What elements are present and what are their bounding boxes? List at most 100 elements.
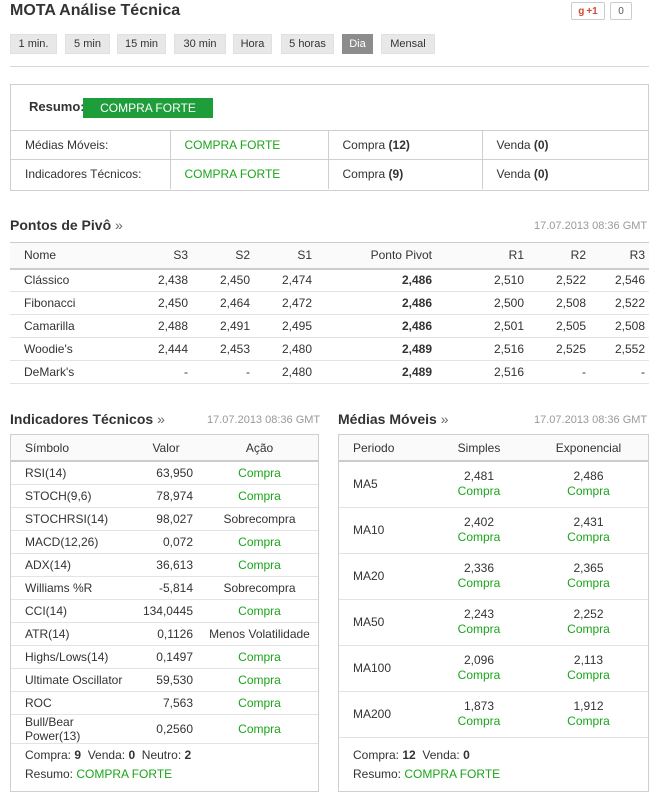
pivot-point: 2,489 — [316, 337, 450, 361]
ma-period: MA200 — [339, 691, 429, 738]
column-header: Periodo — [339, 435, 429, 462]
summary-table: Médias Móveis: COMPRA FORTE Compra (12) … — [11, 130, 648, 189]
table-row: Highs/Lows(14) 0,1497 Compra — [11, 645, 318, 669]
ma-simple: 2,481 Compra — [429, 461, 529, 508]
ma-exponential: 2,365 Compra — [529, 553, 648, 600]
chevron-right-icon: » — [115, 217, 123, 233]
moving-averages-footer-summary: Resumo: COMPRA FORTE — [353, 767, 500, 781]
summary-panel: Resumo: COMPRA FORTE Médias Móveis: COMP… — [10, 84, 649, 191]
buy-label: Compra — [342, 138, 386, 152]
pivot-r2: - — [528, 360, 590, 384]
neutral-label: Neutro: — [141, 748, 182, 762]
ma-exp-value: 2,431 — [573, 515, 604, 529]
indicator-symbol: STOCHRSI(14) — [11, 507, 131, 531]
indicator-symbol: Bull/Bear Power(13) — [11, 714, 131, 744]
timeframe-15min[interactable]: 15 min — [117, 34, 166, 54]
ma-simple: 1,873 Compra — [429, 691, 529, 738]
indicators-panel: Símbolo Valor Ação RSI(14) 63,950 Compra ST… — [10, 434, 319, 792]
summary-row: Indicadores Técnicos: COMPRA FORTE Compr… — [11, 159, 648, 189]
table-row: MA20 2,336 Compra 2,365 Compra — [339, 553, 648, 600]
indicator-action: Compra — [201, 668, 318, 692]
sell-count: (0) — [533, 167, 549, 182]
indicator-symbol: RSI(14) — [11, 461, 131, 485]
pivot-name: Fibonacci — [10, 291, 120, 315]
ma-exp-action: Compra — [567, 622, 610, 636]
pivot-s1: 2,480 — [254, 360, 316, 384]
pivots-title-text: Pontos de Pivô — [10, 217, 112, 233]
ma-simple: 2,096 Compra — [429, 645, 529, 692]
summary-row-label: Indicadores Técnicos: — [11, 159, 171, 189]
ma-simple-value: 1,873 — [463, 699, 495, 713]
ma-simple-value: 2,096 — [463, 653, 495, 667]
timeframe-5min[interactable]: 5 min — [65, 34, 110, 54]
ma-exp-action: Compra — [567, 668, 610, 682]
moving-averages-table: Periodo Simples Exponencial MA5 2,481 Comp… — [339, 435, 648, 738]
sell-label: Venda: — [422, 748, 460, 762]
table-row: CCI(14) 134,0445 Compra — [11, 599, 318, 623]
sell-count: 0 — [463, 748, 470, 762]
column-header: Exponencial — [529, 435, 648, 462]
pivots-timestamp: 17.07.2013 08:36 GMT — [534, 220, 648, 232]
pivot-s1: 2,480 — [254, 337, 316, 361]
ma-simple: 2,402 Compra — [429, 507, 529, 554]
table-row: MA100 2,096 Compra 2,113 Compra — [339, 645, 648, 692]
pivots-title[interactable]: Pontos de Pivô » — [10, 217, 123, 233]
column-header: Ação — [201, 435, 318, 462]
pivot-point: 2,489 — [316, 360, 450, 384]
ma-exp-action: Compra — [567, 714, 610, 728]
ma-period: MA100 — [339, 645, 429, 692]
indicator-value: 98,027 — [131, 507, 201, 531]
indicators-title[interactable]: Indicadores Técnicos » — [10, 411, 165, 427]
google-plus-button[interactable]: g +1 — [571, 2, 605, 20]
timeframe-30min[interactable]: 30 min — [174, 34, 226, 54]
indicator-symbol: ATR(14) — [11, 622, 131, 646]
pivot-r1: 2,516 — [450, 360, 528, 384]
table-row: Bull/Bear Power(13) 0,2560 Compra — [11, 714, 318, 744]
sell-count: 0 — [128, 748, 136, 762]
summary-badge: COMPRA FORTE — [83, 98, 213, 118]
sell-label: Venda — [496, 138, 531, 152]
indicator-value: 36,613 — [131, 553, 201, 577]
summary-label: Resumo: — [25, 767, 74, 781]
ma-exp-value: 1,912 — [573, 699, 604, 713]
indicator-value: 78,974 — [131, 484, 201, 508]
buy-label: Compra: — [25, 748, 72, 762]
timeframe-mensal[interactable]: Mensal — [381, 34, 435, 54]
indicator-value: -5,814 — [131, 576, 201, 600]
summary-value: COMPRA FORTE — [76, 767, 173, 781]
table-row: MA50 2,243 Compra 2,252 Compra — [339, 599, 648, 646]
pivot-r3: 2,508 — [590, 314, 649, 338]
summary-value: COMPRA FORTE — [404, 767, 501, 781]
ma-simple-action: Compra — [457, 530, 501, 544]
indicator-symbol: ADX(14) — [11, 553, 131, 577]
table-row: ADX(14) 36,613 Compra — [11, 553, 318, 577]
sell-label: Venda: — [87, 748, 126, 762]
divider — [10, 66, 649, 67]
summary-row-value: COMPRA FORTE — [170, 159, 329, 189]
summary-row-buy: Compra (12) — [328, 130, 483, 160]
timeframe-dia[interactable]: Dia — [342, 34, 373, 54]
timeframe-5horas[interactable]: 5 horas — [281, 34, 334, 54]
table-row: Clássico 2,438 2,450 2,474 2,486 2,510 2… — [10, 268, 649, 292]
column-header: Valor — [131, 435, 201, 462]
ma-exp-value: 2,365 — [573, 561, 604, 575]
pivot-s3: - — [120, 360, 192, 384]
pivot-point: 2,486 — [316, 314, 450, 338]
column-header: Simples — [429, 435, 529, 462]
table-row: RSI(14) 63,950 Compra — [11, 461, 318, 485]
moving-averages-title[interactable]: Médias Móveis » — [338, 411, 449, 427]
indicator-symbol: Williams %R — [11, 576, 131, 600]
timeframe-1min[interactable]: 1 min. — [10, 34, 57, 54]
timeframe-hora[interactable]: Hora — [233, 34, 272, 54]
pivot-name: Camarilla — [10, 314, 120, 338]
indicator-value: 59,530 — [131, 668, 201, 692]
ma-exponential: 2,252 Compra — [529, 599, 648, 646]
indicator-action: Compra — [201, 599, 318, 623]
indicator-action: Compra — [201, 691, 318, 715]
summary-row-label: Médias Móveis: — [11, 130, 171, 160]
table-row: MA200 1,873 Compra 1,912 Compra — [339, 691, 648, 738]
column-header: Ponto Pivot — [316, 242, 450, 270]
indicator-symbol: Ultimate Oscillator — [11, 668, 131, 692]
buy-count: (12) — [388, 138, 410, 152]
indicator-symbol: ROC — [11, 691, 131, 715]
